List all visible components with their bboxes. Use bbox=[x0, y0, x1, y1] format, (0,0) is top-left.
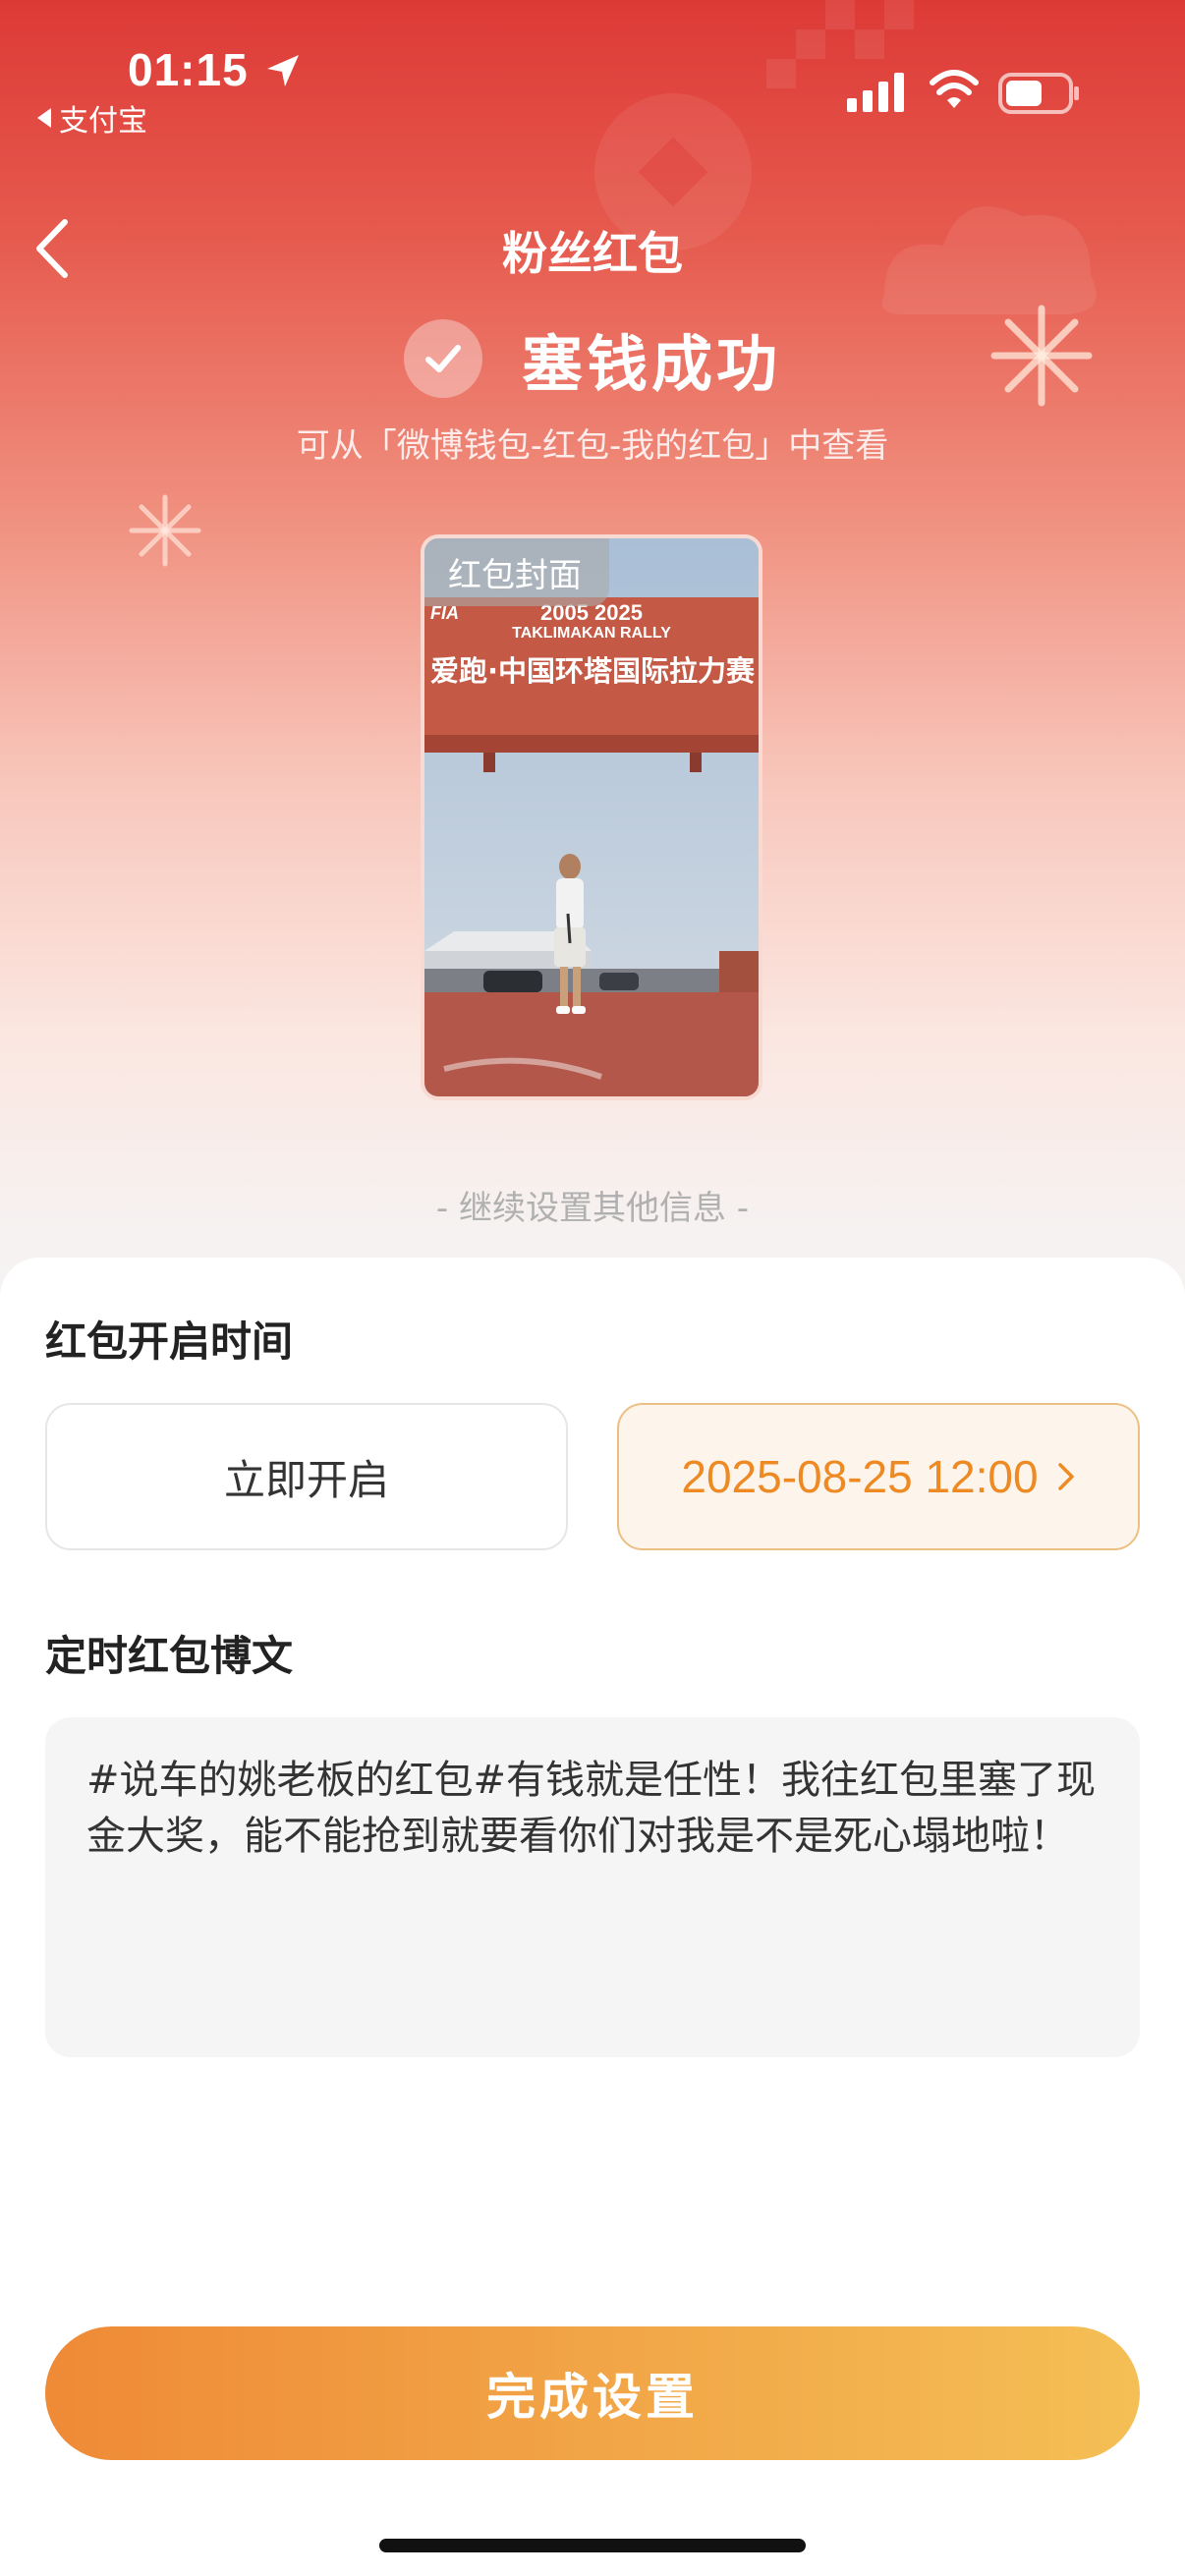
settings-sheet: 红包开启时间 立即开启 2025-08-25 12:00 定时红包博文 #说车的… bbox=[0, 1258, 1185, 2576]
page-title: 粉丝红包 bbox=[502, 227, 683, 280]
home-indicator bbox=[379, 2539, 806, 2552]
continue-settings-label: - 继续设置其他信息 - bbox=[435, 1189, 750, 1228]
post-text-field[interactable]: #说车的姚老板的红包#有钱就是任性！我往红包里塞了现金大奖，能不能抢到就要看你们… bbox=[45, 1717, 1140, 2057]
red-packet-cover[interactable]: 红包封面 2005 2025 TAKLIMAKAN RALLY 爱跑·中国环塔国… bbox=[421, 534, 762, 1100]
open-time-title: 红包开启时间 bbox=[45, 1317, 294, 1366]
banner-rally: TAKLIMAKAN RALLY bbox=[512, 625, 671, 642]
success-hint: 可从「微博钱包-红包-我的红包」中查看 bbox=[296, 426, 889, 466]
open-now-option[interactable]: 立即开启 bbox=[45, 1403, 568, 1550]
cellular-signal-icon bbox=[847, 73, 904, 112]
banner-title: 爱跑·中国环塔国际拉力赛 bbox=[430, 654, 756, 688]
finish-button[interactable]: 完成设置 bbox=[45, 2326, 1140, 2460]
status-time: 01:15 bbox=[128, 44, 249, 95]
back-triangle-icon bbox=[37, 108, 51, 128]
back-to-app-link[interactable]: 支付宝 bbox=[37, 96, 147, 140]
wifi-icon bbox=[930, 70, 979, 108]
scheduled-time-value: 2025-08-25 12:00 bbox=[681, 1451, 1039, 1502]
firework-decoration-icon bbox=[129, 494, 201, 567]
battery-icon bbox=[998, 73, 1079, 114]
fia-logo: FIA bbox=[430, 603, 459, 623]
scheduled-time-option[interactable]: 2025-08-25 12:00 bbox=[617, 1403, 1140, 1550]
success-title: 塞钱成功 bbox=[521, 328, 781, 400]
location-arrow-icon bbox=[267, 55, 299, 86]
success-header: 塞钱成功 bbox=[0, 314, 1185, 403]
chevron-right-icon bbox=[1057, 1463, 1074, 1490]
open-now-label: 立即开启 bbox=[223, 1455, 389, 1504]
check-icon bbox=[403, 319, 482, 398]
cover-tag: 红包封面 bbox=[424, 538, 609, 606]
back-app-label: 支付宝 bbox=[59, 104, 147, 139]
post-title: 定时红包博文 bbox=[45, 1632, 294, 1680]
